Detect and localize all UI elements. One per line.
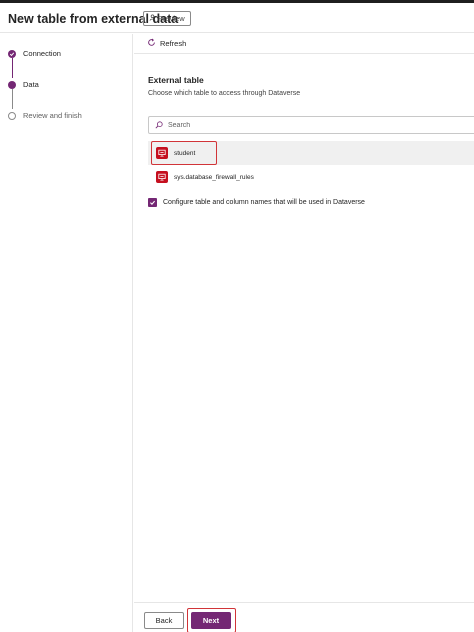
page-header: New table from external data Preview	[0, 3, 474, 33]
configure-names-option[interactable]: Configure table and column names that wi…	[148, 198, 365, 207]
selection-highlight	[151, 141, 217, 165]
step-connector	[11, 58, 13, 78]
search-input[interactable]	[168, 121, 448, 129]
table-row-student[interactable]: student	[148, 141, 474, 165]
step-review-and-finish[interactable]: Review and finish	[8, 111, 82, 120]
pending-step-icon	[8, 111, 16, 120]
step-connection[interactable]: Connection	[8, 49, 61, 58]
step-label: Connection	[23, 49, 61, 58]
step-data[interactable]: Data	[8, 80, 39, 89]
step-connector	[11, 89, 13, 109]
preview-label: Preview	[158, 14, 185, 23]
search-icon	[155, 116, 163, 134]
wizard-footer: Back Next	[134, 602, 474, 632]
preview-badge: Preview	[143, 11, 191, 26]
person-icon	[149, 14, 156, 23]
refresh-icon	[147, 38, 156, 49]
refresh-label: Refresh	[160, 39, 187, 48]
checkmark-icon	[8, 49, 16, 58]
table-row-sys-database-firewall-rules[interactable]: sys.database_firewall_rules	[148, 165, 474, 189]
search-box[interactable]	[148, 116, 474, 134]
step-label: Review and finish	[23, 111, 82, 120]
table-icon	[156, 171, 168, 183]
main-content: Refresh External table Choose which tabl…	[134, 34, 474, 632]
refresh-button[interactable]: Refresh	[147, 38, 186, 49]
step-label: Data	[23, 80, 39, 89]
command-bar: Refresh	[134, 34, 474, 54]
current-step-icon	[8, 80, 16, 89]
next-button[interactable]: Next	[191, 612, 231, 629]
table-name: sys.database_firewall_rules	[174, 173, 254, 181]
back-button[interactable]: Back	[144, 612, 184, 629]
configure-names-checkbox[interactable]	[148, 198, 157, 207]
section-title: External table	[148, 75, 204, 85]
wizard-steps: Connection Data Review and finish	[0, 34, 133, 632]
configure-names-label: Configure table and column names that wi…	[163, 199, 365, 206]
section-subtitle: Choose which table to access through Dat…	[148, 90, 301, 97]
